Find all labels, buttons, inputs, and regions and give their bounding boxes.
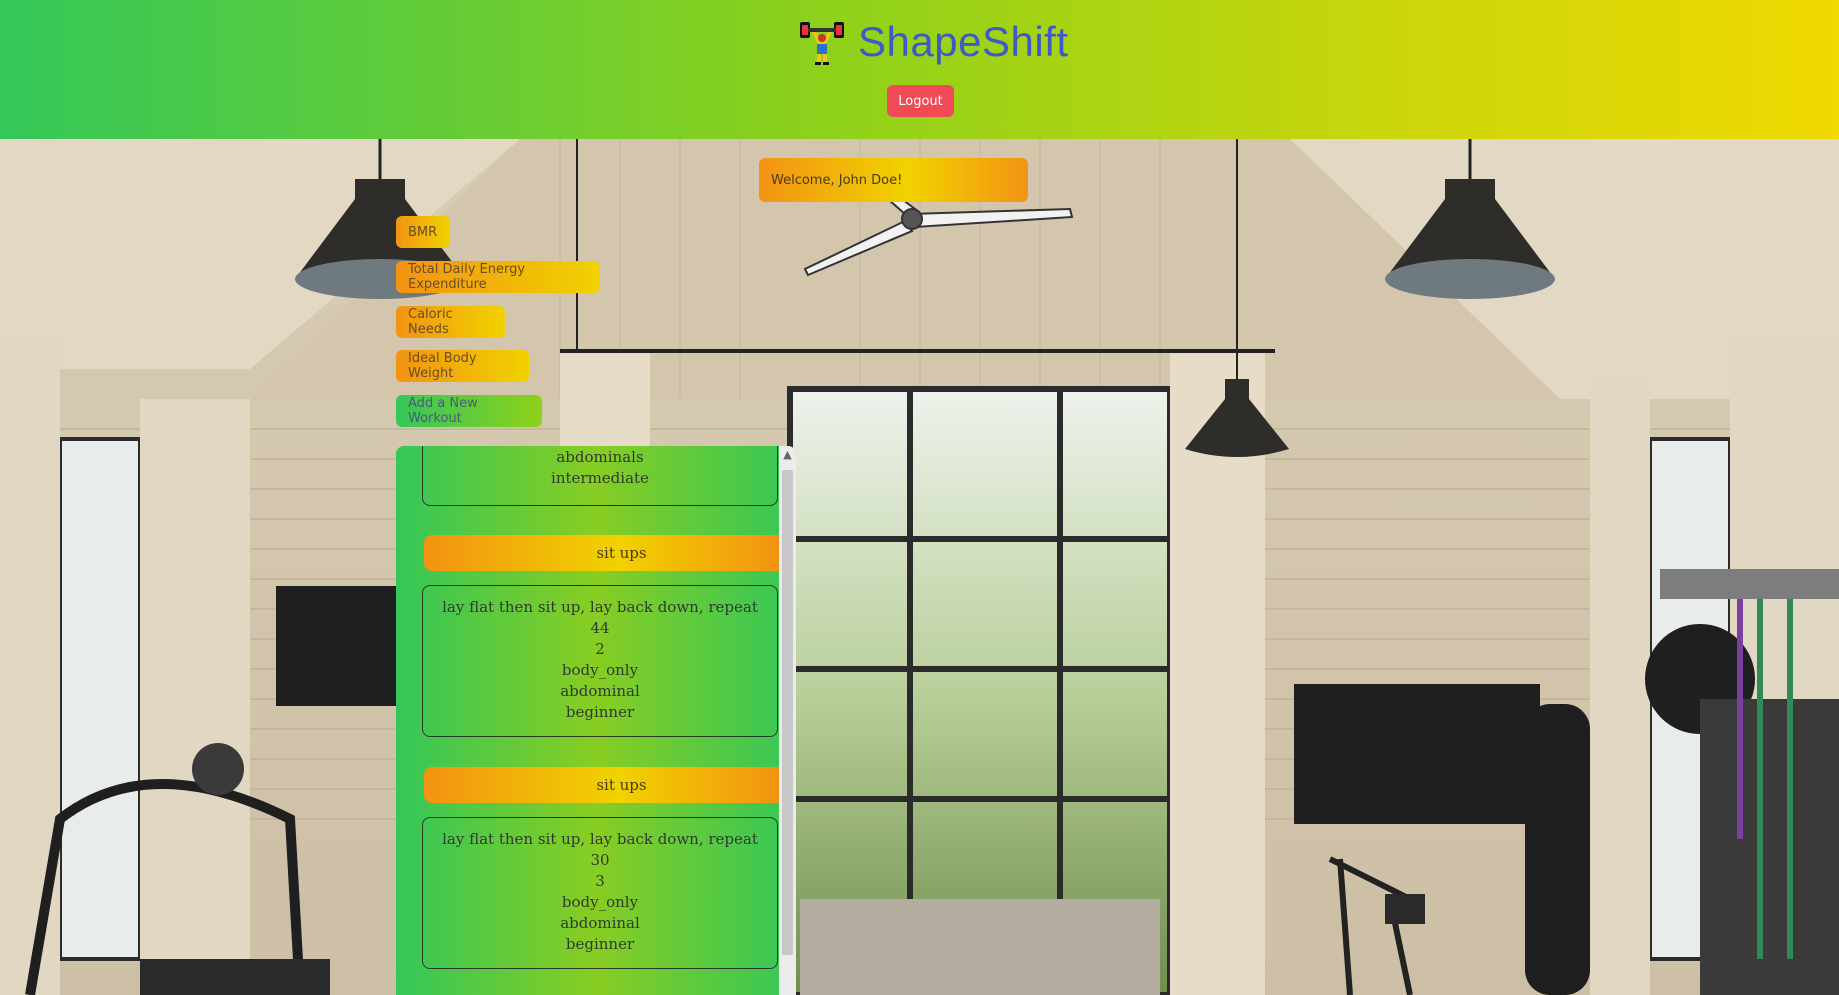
workout-equipment: body_only bbox=[561, 893, 639, 911]
workout-muscle: abdominal bbox=[560, 682, 640, 700]
add-workout-button[interactable]: Add a New Workout bbox=[396, 395, 542, 427]
workout-list: abdominals intermediate sit ups lay flat… bbox=[396, 446, 779, 995]
app-header: ShapeShift Logout bbox=[0, 0, 1839, 139]
caloric-needs-button[interactable]: Caloric Needs bbox=[396, 306, 505, 338]
gym-background-image bbox=[0, 139, 1839, 995]
app-name: ShapeShift bbox=[858, 18, 1069, 65]
workout-level: intermediate bbox=[551, 469, 649, 487]
logout-button[interactable]: Logout bbox=[887, 85, 954, 117]
ideal-body-weight-button[interactable]: Ideal Body Weight bbox=[396, 350, 529, 382]
weightlifter-logo-icon bbox=[800, 22, 844, 65]
workout-muscle: abdominal bbox=[560, 914, 640, 932]
workout-name[interactable]: sit ups bbox=[424, 535, 779, 571]
welcome-message: Welcome, John Doe! bbox=[759, 158, 1028, 202]
workout-level: beginner bbox=[565, 703, 635, 721]
brand[interactable]: ShapeShift bbox=[798, 18, 1069, 66]
bmr-button[interactable]: BMR bbox=[396, 216, 450, 248]
tdee-button[interactable]: Total Daily Energy Expenditure bbox=[396, 261, 600, 293]
workout-details: lay flat then sit up, lay back down, rep… bbox=[422, 585, 778, 737]
scrollbar-thumb[interactable] bbox=[782, 470, 793, 955]
workout-details: lay flat then sit up, lay back down, rep… bbox=[422, 817, 778, 969]
workout-details: abdominals intermediate bbox=[422, 446, 778, 506]
workout-list-scrollbar[interactable]: ▲ bbox=[779, 446, 796, 995]
workout-description: lay flat then sit up, lay back down, rep… bbox=[442, 830, 758, 848]
workout-reps: 44 bbox=[590, 619, 610, 637]
workout-sets: 2 bbox=[595, 640, 605, 658]
workout-reps: 30 bbox=[590, 851, 610, 869]
workout-equipment: body_only bbox=[561, 661, 639, 679]
workout-list-panel[interactable]: abdominals intermediate sit ups lay flat… bbox=[396, 446, 796, 995]
workout-name[interactable]: sit ups bbox=[424, 767, 779, 803]
workout-description: lay flat then sit up, lay back down, rep… bbox=[442, 598, 758, 616]
workout-muscle: abdominals bbox=[556, 448, 644, 466]
chevron-up-icon[interactable]: ▲ bbox=[779, 446, 796, 463]
workout-level: beginner bbox=[565, 935, 635, 953]
workout-sets: 3 bbox=[595, 872, 605, 890]
